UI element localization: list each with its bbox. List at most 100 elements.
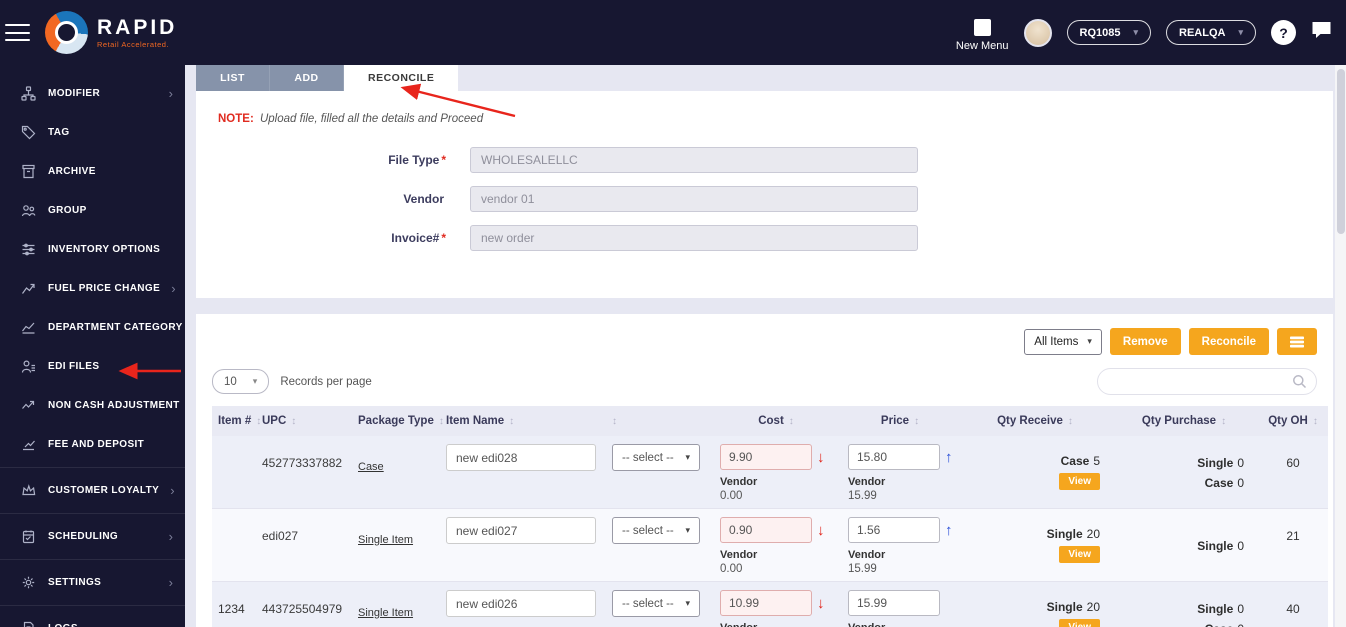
sidebar-item-non-cash-adjustment[interactable]: NON CASH ADJUSTMENT: [0, 386, 185, 425]
cell-qty-oh: 21: [1286, 529, 1300, 543]
item-name-input[interactable]: [446, 590, 596, 617]
view-button[interactable]: View: [1059, 473, 1100, 490]
view-button[interactable]: View: [1059, 619, 1100, 627]
sidebar-item-settings[interactable]: SETTINGS ›: [0, 563, 185, 602]
cost-decrease-icon: ↓: [817, 448, 825, 466]
vertical-scrollbar[interactable]: [1335, 65, 1346, 627]
reconcile-button[interactable]: Reconcile: [1188, 328, 1269, 355]
department-category-icon: [21, 320, 37, 335]
view-button[interactable]: View: [1059, 546, 1100, 563]
header-item-name[interactable]: Item Name ↕: [446, 415, 612, 427]
sidebar-item-archive[interactable]: ARCHIVE: [0, 152, 185, 191]
tab-reconcile[interactable]: RECONCILE: [344, 65, 459, 91]
cost-input[interactable]: [720, 444, 812, 470]
tag-icon: [21, 125, 37, 140]
scrollbar-thumb[interactable]: [1336, 69, 1345, 234]
sidebar-divider: [0, 559, 185, 560]
sidebar-item-customer-loyalty[interactable]: CUSTOMER LOYALTY ›: [0, 471, 185, 510]
sidebar-item-fuel-price-change[interactable]: FUEL PRICE CHANGE ›: [0, 269, 185, 308]
grid-view-button[interactable]: [1277, 328, 1317, 355]
vendor-field[interactable]: [470, 186, 918, 212]
top-bar: RAPID Retail Accelerated. New Menu RQ108…: [0, 0, 1346, 65]
header-item-number[interactable]: Item # ↕: [212, 415, 262, 427]
grid-icon: [1290, 336, 1304, 347]
sort-icon: ↕: [291, 415, 297, 427]
price-input[interactable]: [848, 517, 940, 543]
file-type-field[interactable]: [470, 147, 918, 173]
table-row: 452773337882 Case -- select --▾ ↓ Vendo: [212, 436, 1328, 509]
chat-button[interactable]: [1311, 21, 1332, 44]
table-header-row: Item # ↕ UPC ↕ Package Type ↕ Item Name ↕ ↕ …: [212, 406, 1328, 436]
table-row: 1234 443725504979 Single Item -- select …: [212, 582, 1328, 627]
archive-icon: [21, 164, 37, 179]
items-filter-select[interactable]: All Items ▾: [1024, 328, 1102, 355]
vendor-label: Vendor: [720, 549, 758, 561]
tab-list[interactable]: LIST: [196, 65, 270, 91]
edi-items-table: Item # ↕ UPC ↕ Package Type ↕ Item Name ↕ ↕ …: [212, 406, 1328, 627]
cost-decrease-icon: ↓: [817, 594, 825, 612]
row-select[interactable]: -- select -- ▾: [612, 444, 700, 471]
required-asterisk: *: [441, 231, 446, 245]
package-type-link[interactable]: Single Item: [358, 534, 413, 546]
required-asterisk: *: [441, 153, 446, 167]
search-icon: [1293, 375, 1307, 389]
environment-select[interactable]: REALQA ▾: [1166, 20, 1256, 45]
brand-name: RAPID: [97, 15, 178, 39]
header-upc[interactable]: UPC ↕: [262, 415, 358, 427]
sidebar-item-scheduling[interactable]: SCHEDULING ›: [0, 517, 185, 556]
header-package-type[interactable]: Package Type ↕: [358, 415, 446, 427]
remove-button[interactable]: Remove: [1109, 328, 1181, 355]
row-select[interactable]: -- select -- ▾: [612, 590, 700, 617]
price-input[interactable]: [848, 590, 940, 616]
edi-files-icon: [21, 359, 37, 374]
tab-add[interactable]: ADD: [270, 65, 344, 91]
table-row: edi027 Single Item -- select --▾ ↓ Vend: [212, 509, 1328, 582]
sidebar-item-inventory-options[interactable]: INVENTORY OPTIONS: [0, 230, 185, 269]
cost-input[interactable]: [720, 517, 812, 543]
cost-input[interactable]: [720, 590, 812, 616]
file-upload-form-panel: NOTE: Upload file, filled all the detail…: [196, 91, 1333, 298]
cell-price: Vendor: [840, 590, 960, 627]
sidebar-item-tag[interactable]: TAG: [0, 113, 185, 152]
package-type-link[interactable]: Single Item: [358, 607, 413, 619]
sidebar-item-logs[interactable]: LOGS: [0, 609, 185, 627]
cell-item-number: [212, 517, 262, 575]
hamburger-menu-icon[interactable]: [5, 24, 30, 41]
non-cash-adjustment-icon: [21, 398, 37, 413]
header-price[interactable]: Price ↕: [840, 415, 960, 427]
header-qty-receive[interactable]: Qty Receive ↕: [960, 415, 1110, 427]
invoice-field[interactable]: [470, 225, 918, 251]
header-qty-oh[interactable]: Qty OH ↕: [1258, 415, 1328, 427]
question-icon: ?: [1279, 24, 1288, 41]
store-select[interactable]: RQ1085 ▾: [1066, 20, 1152, 45]
sidebar-item-department-category[interactable]: DEPARTMENT CATEGORY: [0, 308, 185, 347]
store-select-value: RQ1085: [1079, 26, 1121, 39]
tab-bar: LIST ADD RECONCILE: [196, 65, 1346, 91]
sidebar-item-group[interactable]: GROUP: [0, 191, 185, 230]
row-select[interactable]: -- select -- ▾: [612, 517, 700, 544]
sort-icon: ↕: [256, 415, 262, 427]
item-name-input[interactable]: [446, 444, 596, 471]
note-prefix: NOTE:: [218, 113, 254, 125]
search-input[interactable]: [1097, 368, 1317, 395]
cell-cost: ↓ Vendor 0.00: [712, 444, 840, 502]
new-menu-button[interactable]: New Menu: [956, 19, 1009, 52]
package-type-link[interactable]: Case: [358, 461, 384, 473]
records-per-page-select[interactable]: 10 ▾: [212, 369, 270, 394]
file-type-label: File Type *: [388, 153, 446, 167]
settings-gear-icon: [21, 575, 37, 590]
header-cost[interactable]: Cost ↕: [712, 415, 840, 427]
user-avatar[interactable]: [1023, 18, 1052, 47]
cell-qty-oh: 60: [1286, 456, 1300, 470]
fee-and-deposit-icon: [21, 437, 37, 452]
sidebar-item-edi-files[interactable]: EDI FILES: [0, 347, 185, 386]
sidebar-item-fee-and-deposit[interactable]: FEE AND DEPOSIT: [0, 425, 185, 464]
cost-decrease-icon: ↓: [817, 521, 825, 539]
sidebar-item-modifier[interactable]: MODIFIER ›: [0, 74, 185, 113]
price-input[interactable]: [848, 444, 940, 470]
header-qty-purchase[interactable]: Qty Purchase ↕: [1110, 415, 1258, 427]
cell-qty-purchase: Single0 Case0: [1197, 456, 1244, 490]
item-name-input[interactable]: [446, 517, 596, 544]
help-button[interactable]: ?: [1271, 20, 1296, 45]
header-select-column[interactable]: ↕: [612, 416, 712, 427]
